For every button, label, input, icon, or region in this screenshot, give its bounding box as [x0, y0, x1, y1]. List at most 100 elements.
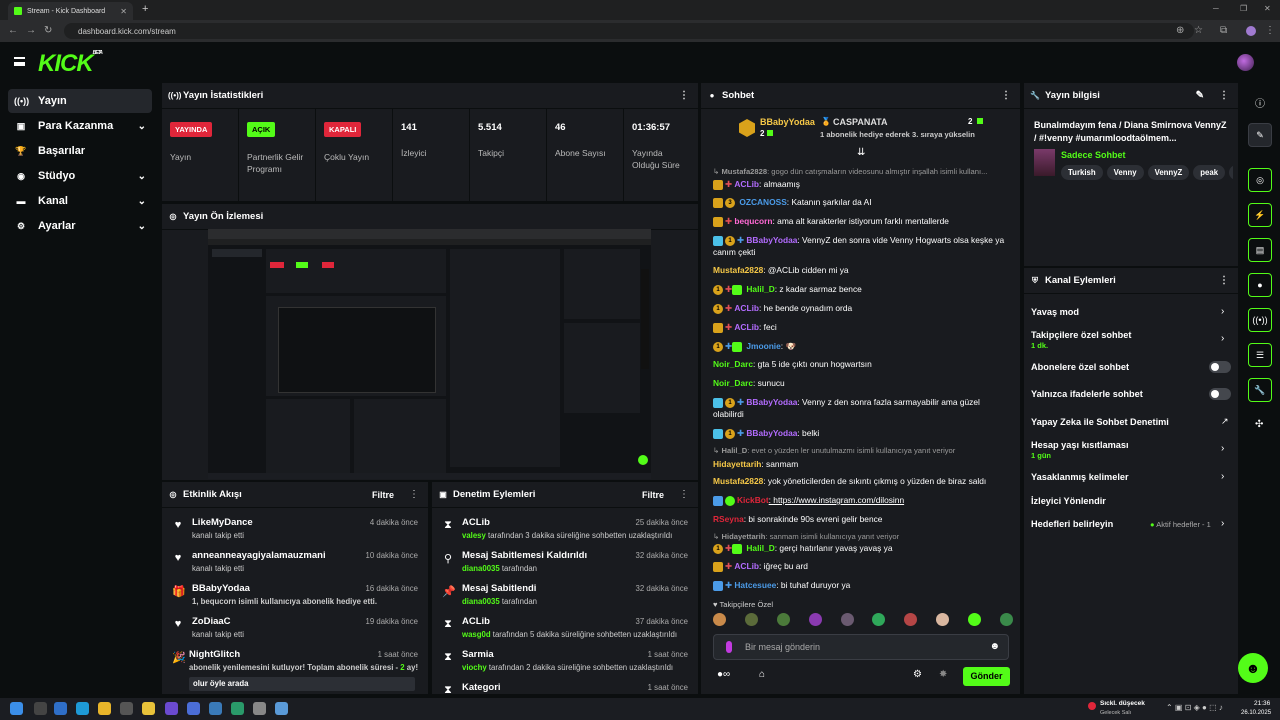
settings-gear-icon[interactable]: ⚙ [913, 669, 922, 680]
chat-username[interactable]: BBabyYodaa [746, 397, 797, 407]
chat-username[interactable]: BBabyYodaa [746, 235, 797, 245]
activity-user[interactable]: ZoDiaaC [192, 616, 231, 627]
external-link-icon[interactable]: ↗ [1221, 416, 1229, 427]
info-icon[interactable]: ⓘ [1255, 95, 1265, 110]
tag[interactable]: peak [1193, 165, 1226, 180]
chat-message[interactable]: Noir_Darc: sunucu [713, 377, 1012, 389]
menu-kebab-icon[interactable]: ⋮ [679, 90, 689, 101]
emote[interactable] [776, 613, 790, 626]
task-app-icon[interactable] [165, 702, 178, 715]
action-raid[interactable]: İzleyici Yönlendir [1031, 496, 1106, 506]
add-widget-icon[interactable]: ✣ [1255, 419, 1263, 430]
top-gifter-name[interactable]: BBabyYodaa [760, 117, 815, 127]
chat-reply-context[interactable]: ↳ Mustafa2828: gogo dün catışmaların vid… [713, 166, 1012, 178]
bookmark-star-icon[interactable]: ☆ [1194, 25, 1203, 36]
task-app-icon[interactable] [187, 702, 200, 715]
tray-icons[interactable]: ⌃ ▣ ⊡ ◈ ● ⬚ ♪ [1166, 703, 1223, 712]
menu-kebab-icon[interactable]: ⋮ [1219, 275, 1229, 286]
activity-user[interactable]: BBabyYodaa [192, 583, 250, 594]
chat-username[interactable]: ACLib [734, 303, 759, 313]
chevron-right-icon[interactable]: › [1221, 471, 1224, 482]
support-chat-icon[interactable]: ☻ [1238, 653, 1268, 683]
chat-username[interactable]: BBabyYodaa [746, 428, 797, 438]
chat-reply-context[interactable]: ↳ Halil_D: evet o yüzden ler unutulmazmı… [713, 445, 1012, 457]
back-icon[interactable]: ← [8, 25, 18, 36]
rail-chat-icon[interactable]: ● [1248, 273, 1272, 297]
sidebar-item-ayarlar[interactable]: ⚙ Ayarlar ⌄ [8, 214, 152, 238]
chevron-right-icon[interactable]: › [1221, 333, 1224, 344]
chat-username[interactable]: OZCANOSS [739, 197, 786, 207]
chat-message[interactable]: Hidayettarih: sanmam [713, 458, 1012, 470]
rail-preview-icon[interactable]: ◎ [1248, 168, 1272, 192]
chat-username[interactable]: Noir_Darc [713, 359, 753, 369]
task-app-icon[interactable] [275, 702, 288, 715]
category-name[interactable]: Sadece Sohbet [1061, 150, 1126, 160]
rail-notes-icon[interactable]: ▤ [1248, 238, 1272, 262]
chat-username[interactable]: Halil_D [746, 543, 774, 553]
second-gifter-name[interactable]: CASPANATA [833, 117, 888, 127]
task-app-icon[interactable] [253, 702, 266, 715]
menu-kebab-icon[interactable]: ⋮ [409, 489, 419, 500]
microphone-icon[interactable] [726, 641, 732, 653]
chat-username[interactable]: Hidayettarih [713, 459, 761, 469]
tag[interactable]: va [1229, 165, 1233, 180]
tag[interactable]: Venny [1106, 165, 1144, 180]
emote[interactable] [936, 613, 950, 626]
new-tab-button[interactable]: + [142, 3, 148, 15]
activity-user[interactable]: LikeMyDance [192, 517, 253, 528]
mod-actor[interactable]: viochy [462, 663, 487, 672]
chat-username[interactable]: Mustafa2828 [721, 167, 767, 176]
filter-button[interactable]: Filtre [372, 490, 394, 500]
edit-layout-icon[interactable]: ✎ [1248, 123, 1272, 147]
browser-tab[interactable]: Stream - Kick Dashboard ✕ [8, 2, 133, 20]
sidebar-item-basarilar[interactable]: 🏆 Başarılar [8, 139, 152, 163]
stream-preview-video[interactable] [208, 229, 651, 479]
mod-actor[interactable]: wasg0d [462, 630, 491, 639]
zoom-icon[interactable]: ⊕ [1176, 25, 1184, 36]
chat-message[interactable]: 1 ✚ Jmoonie: 🐶 [713, 340, 1012, 352]
search-icon[interactable] [34, 702, 47, 715]
hamburger-menu-icon[interactable] [14, 57, 25, 66]
sidebar-item-yayin[interactable]: ((•)) Yayın [8, 89, 152, 113]
chat-username[interactable]: ACLib [734, 322, 759, 332]
tag[interactable]: Turkish [1061, 165, 1103, 180]
emote[interactable] [999, 613, 1013, 626]
chat-username[interactable]: KickBot [737, 495, 769, 505]
chat-username[interactable]: ACLib [734, 179, 759, 189]
chat-message[interactable]: 1 ✚ BBabyYodaa: VennyZ den sonra vide Ven… [713, 234, 1012, 258]
menu-kebab-icon[interactable]: ⋮ [1265, 25, 1275, 36]
category-thumbnail[interactable] [1034, 149, 1055, 176]
emote[interactable] [872, 613, 886, 626]
menu-kebab-icon[interactable]: ⋮ [1219, 90, 1229, 101]
emote[interactable] [744, 613, 758, 626]
maximize-icon[interactable]: ❐ [1240, 4, 1247, 13]
task-app-icon[interactable] [209, 702, 222, 715]
task-app-icon[interactable] [54, 702, 67, 715]
activity-user[interactable]: anneanneayagiyalamauzmani [192, 550, 326, 561]
subscribers-only-toggle[interactable] [1209, 361, 1231, 373]
store-icon[interactable]: ⌂ [759, 669, 765, 680]
explorer-icon[interactable] [142, 702, 155, 715]
address-bar[interactable]: dashboard.kick.com/stream [64, 23, 1194, 39]
sidebar-item-kanal[interactable]: ▬ Kanal ⌄ [8, 189, 152, 213]
chat-message[interactable]: 1 ✚ ACLib: he bende oynadım orda [713, 302, 1012, 314]
profile-icon[interactable] [1246, 26, 1256, 36]
mod-actor[interactable]: diana0035 [462, 597, 500, 606]
rail-list-icon[interactable]: ☰ [1248, 343, 1272, 367]
action-banned-words[interactable]: Yasaklanmış kelimeler [1031, 472, 1129, 482]
chat-username[interactable]: RSeyna [713, 514, 744, 524]
chat-message[interactable]: 1 ✚ Halil_D: gerçi hatırlanır yavaş yavaş… [713, 542, 1012, 554]
rail-wrench-icon[interactable]: 🔧 [1248, 378, 1272, 402]
mod-actor[interactable]: valesy [462, 531, 486, 540]
chat-message[interactable]: ✚ ACLib: almaamış [713, 178, 1012, 190]
mod-actor[interactable]: diana0035 [462, 564, 500, 573]
chat-message[interactable]: 3 OZCANOSS: Katanın şarkılar da AI [713, 196, 1012, 208]
chat-username[interactable]: Halil_D [746, 284, 774, 294]
chevron-right-icon[interactable]: › [1221, 443, 1224, 454]
send-button[interactable]: Gönder [963, 667, 1010, 686]
chat-message[interactable]: ✚ ACLib: iğreç bu ard [713, 560, 1012, 572]
chat-username[interactable]: Jmoonie [746, 341, 780, 351]
chat-username[interactable]: Hatcesuee [734, 580, 776, 590]
channel-points-icon[interactable]: ●∞ [717, 669, 730, 680]
emoji-icon[interactable]: ☻ [989, 641, 1000, 652]
